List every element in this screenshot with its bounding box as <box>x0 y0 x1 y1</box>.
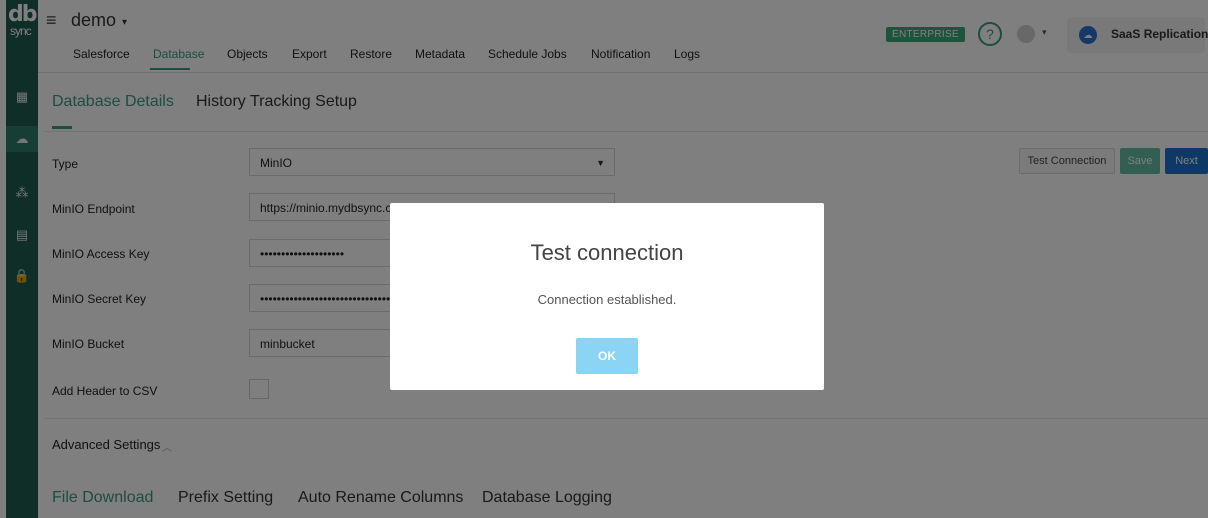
test-connection-dialog: Test connection Connection established. … <box>390 203 824 390</box>
dialog-title: Test connection <box>530 240 684 265</box>
dialog-message: Connection established. <box>537 292 677 307</box>
ok-button[interactable]: OK <box>576 338 638 374</box>
